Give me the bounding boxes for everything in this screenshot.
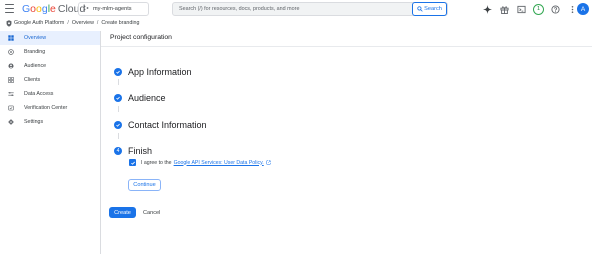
- breadcrumb: Google Auth Platform / Overview / Create…: [6, 19, 139, 27]
- sidebar-item-label: Clients: [24, 77, 41, 83]
- sidebar: Overview Branding Audience Clients Data …: [0, 31, 101, 254]
- sidebar-item-audience[interactable]: Audience: [0, 59, 100, 73]
- breadcrumb-separator: /: [67, 20, 69, 26]
- shield-icon: [6, 19, 12, 27]
- search-input[interactable]: [179, 6, 409, 12]
- agree-policy-row: I agree to the Google API Services: User…: [129, 159, 271, 166]
- avatar-letter: A: [580, 5, 586, 13]
- open-in-new-icon: [266, 160, 271, 165]
- step-contact-information[interactable]: Contact Information: [114, 120, 207, 130]
- search-bar[interactable]: Search: [172, 2, 448, 16]
- step-connector: [118, 79, 119, 85]
- sidebar-item-clients[interactable]: Clients: [0, 73, 100, 87]
- step-label: App Information: [128, 67, 192, 77]
- step-label: Finish: [128, 146, 153, 156]
- branding-icon: [8, 49, 14, 55]
- step-label: Audience: [128, 93, 166, 103]
- data-access-icon: [8, 91, 14, 97]
- sidebar-item-branding[interactable]: Branding: [0, 45, 100, 59]
- settings-icon: [8, 119, 14, 125]
- notifications-count: 1: [536, 6, 541, 12]
- sidebar-item-data-access[interactable]: Data Access: [0, 87, 100, 101]
- gemini-icon[interactable]: [482, 4, 493, 15]
- account-avatar[interactable]: A: [577, 3, 589, 15]
- step-label: Contact Information: [128, 120, 207, 130]
- clients-icon: [8, 77, 14, 83]
- sidebar-item-overview[interactable]: Overview: [0, 31, 100, 45]
- agree-checkbox[interactable]: [129, 159, 136, 166]
- help-icon[interactable]: [550, 4, 561, 15]
- breadcrumb-item-overview[interactable]: Overview: [72, 20, 94, 26]
- search-button[interactable]: Search: [412, 2, 447, 16]
- notifications-badge[interactable]: 1: [533, 3, 544, 15]
- user-data-policy-link[interactable]: Google API Services: User Data Policy.: [174, 160, 264, 166]
- terminal-icon[interactable]: [516, 4, 527, 15]
- google-cloud-logo[interactable]: Google Cloud: [22, 3, 85, 15]
- step-audience[interactable]: Audience: [114, 93, 166, 103]
- audience-icon: [8, 63, 14, 69]
- gift-icon[interactable]: [499, 4, 510, 15]
- step-connector: [118, 133, 119, 139]
- sidebar-item-label: Audience: [24, 63, 47, 69]
- sidebar-item-label: Settings: [24, 119, 44, 125]
- cancel-button[interactable]: Cancel: [143, 207, 160, 218]
- dashboard-icon: [8, 35, 14, 41]
- step-number: 4: [114, 147, 122, 155]
- sidebar-item-verification-center[interactable]: Verification Center: [0, 101, 100, 115]
- project-icon: [83, 5, 89, 13]
- breadcrumb-item-create-branding: Create branding: [101, 20, 140, 26]
- sidebar-item-label: Verification Center: [24, 105, 68, 111]
- hamburger-menu-icon[interactable]: [5, 4, 14, 13]
- search-icon: [417, 6, 423, 12]
- page-title: Project configuration: [110, 34, 172, 41]
- top-bar: GoogleCloud my-mlm-agents Search 1: [0, 0, 592, 18]
- check-circle-icon: [114, 68, 122, 76]
- step-app-information[interactable]: App Information: [114, 67, 192, 77]
- verification-icon: [8, 105, 14, 111]
- project-name: my-mlm-agents: [93, 6, 132, 12]
- step-finish[interactable]: 4 Finish: [114, 146, 152, 156]
- breadcrumb-separator: /: [96, 20, 99, 26]
- check-circle-icon: [114, 121, 122, 129]
- breadcrumb-item-auth-platform[interactable]: Google Auth Platform: [14, 20, 64, 26]
- divider: [101, 46, 592, 47]
- sidebar-item-label: Overview: [24, 35, 47, 41]
- create-button[interactable]: Create: [109, 207, 136, 218]
- sidebar-item-settings[interactable]: Settings: [0, 115, 100, 129]
- search-button-label: Search: [424, 6, 442, 12]
- check-circle-icon: [114, 94, 122, 102]
- continue-button[interactable]: Continue: [128, 179, 161, 191]
- project-picker-button[interactable]: my-mlm-agents: [78, 2, 149, 16]
- agree-text: I agree to the: [141, 159, 172, 166]
- sidebar-item-label: Branding: [24, 49, 46, 55]
- step-connector: [118, 106, 119, 112]
- sidebar-item-label: Data Access: [24, 91, 54, 97]
- logo-google-text: Google: [22, 3, 56, 15]
